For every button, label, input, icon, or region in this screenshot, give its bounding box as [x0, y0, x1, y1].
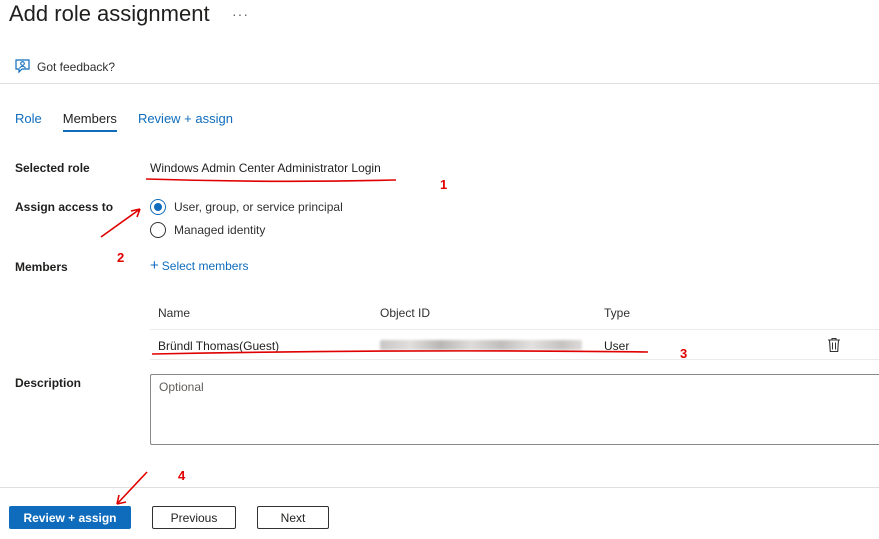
radio-button-checked[interactable] [150, 199, 166, 215]
footer-divider [0, 487, 879, 488]
annotation-overlay [100, 178, 649, 505]
previous-button[interactable]: Previous [152, 506, 236, 529]
selected-role-value: Windows Admin Center Administrator Login [150, 161, 381, 175]
tab-role[interactable]: Role [15, 111, 42, 132]
selected-role-label: Selected role [15, 161, 90, 175]
column-header-object-id: Object ID [380, 306, 431, 320]
table-row: Bründl Thomas(Guest) User [150, 329, 879, 360]
plus-icon: + [150, 257, 159, 274]
annotation-number: 3 [680, 346, 688, 361]
description-label: Description [15, 376, 82, 390]
underline-selected-role [145, 178, 397, 183]
review-assign-button[interactable]: Review + assign [9, 506, 131, 529]
radio-label: Managed identity [174, 223, 266, 237]
arrow-review-assign [116, 471, 148, 505]
select-members-link[interactable]: + Select members [150, 257, 249, 274]
feedback-icon [15, 59, 30, 74]
annotation-number: 1 [440, 177, 448, 192]
more-options-icon[interactable]: ··· [232, 6, 249, 22]
column-header-type: Type [604, 306, 631, 320]
tab-members[interactable]: Members [62, 111, 118, 132]
feedback-link[interactable]: Got feedback? [14, 58, 115, 75]
select-members-label: Select members [161, 259, 249, 273]
assign-access-label: Assign access to [15, 200, 114, 214]
tab-review-assign[interactable]: Review + assign [138, 111, 233, 132]
object-id-redacted [380, 340, 582, 350]
page-title: Add role assignment [9, 1, 210, 26]
radio-user-group-principal[interactable]: User, group, or service principal [150, 199, 343, 215]
radio-managed-identity[interactable]: Managed identity [150, 222, 265, 238]
tab-bar: Role Members Review + assign [15, 111, 233, 132]
arrow-head-assign-access [130, 208, 141, 218]
radio-label: User, group, or service principal [174, 200, 343, 214]
members-label: Members [15, 260, 68, 274]
feedback-label: Got feedback? [37, 59, 116, 74]
annotation-number: 2 [117, 250, 125, 265]
header-divider [0, 83, 879, 84]
annotation-number: 4 [178, 468, 186, 483]
radio-button[interactable] [150, 222, 166, 238]
arrow-head-review-assign [116, 494, 127, 505]
next-button[interactable]: Next [257, 506, 329, 529]
description-textarea[interactable] [150, 374, 879, 445]
column-header-name: Name [158, 306, 191, 320]
member-type: User [604, 339, 630, 353]
delete-icon[interactable] [827, 337, 841, 353]
member-name: Bründl Thomas(Guest) [158, 339, 280, 353]
